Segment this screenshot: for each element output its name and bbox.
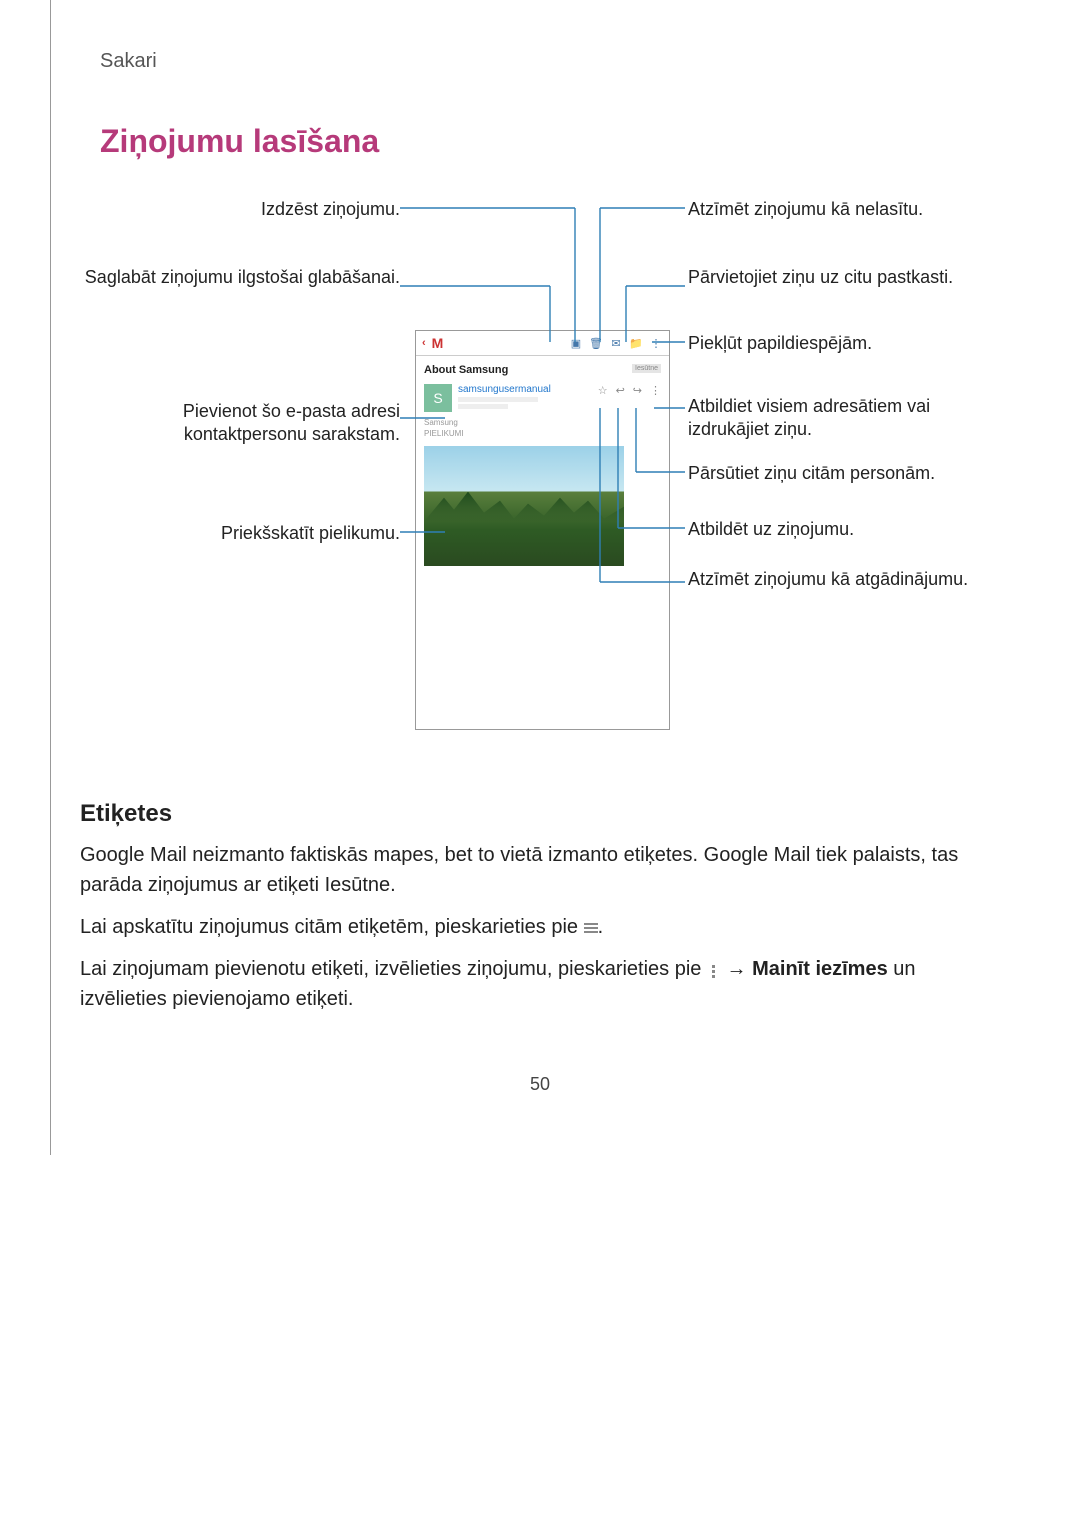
page-number: 50 bbox=[80, 1074, 1000, 1095]
vertical-dots-icon bbox=[707, 963, 721, 977]
attachments-label: PIELIKUMI bbox=[416, 427, 669, 440]
etiketes-p3-bold: Mainīt iezīmes bbox=[752, 958, 888, 980]
star-icon: ☆ bbox=[598, 384, 608, 397]
etiketes-p3a: Lai ziņojumam pievienotu etiķeti, izvēli… bbox=[80, 958, 707, 980]
callout-add-contact: Pievienot šo e-pasta adresi kontaktperso… bbox=[80, 400, 400, 447]
etiketes-p3: Lai ziņojumam pievienotu etiķeti, izvēli… bbox=[80, 954, 1000, 1014]
callout-delete: Izdzēst ziņojumu. bbox=[80, 198, 400, 221]
sender-avatar: S bbox=[424, 384, 452, 412]
etiketes-heading: Etiķetes bbox=[80, 800, 1000, 828]
more-icon: ⋮ bbox=[649, 336, 663, 350]
diagram-area: Izdzēst ziņojumu. Saglabāt ziņojumu ilgs… bbox=[80, 190, 1000, 760]
reply-icon: ↩ bbox=[616, 384, 625, 397]
page-section-header: Sakari bbox=[100, 50, 1000, 73]
etiketes-p2b: . bbox=[598, 916, 604, 938]
back-icon: ‹ bbox=[422, 337, 426, 349]
move-to-icon: 📁 bbox=[629, 336, 643, 350]
device-screenshot: ‹ M ▣ 🗑 ✉ 📁 ⋮ About Samsung Iesūtne S sa… bbox=[415, 330, 670, 730]
forward-icon: ↪ bbox=[633, 384, 642, 397]
arrow-glyph: → bbox=[727, 958, 753, 980]
page-title: Ziņojumu lasīšana bbox=[100, 123, 1000, 160]
callout-mark-reminder: Atzīmēt ziņojumu kā atgādinājumu. bbox=[688, 568, 998, 591]
callout-reply: Atbildēt uz ziņojumu. bbox=[688, 518, 998, 541]
gmail-logo-icon: M bbox=[432, 335, 444, 351]
sender-name: samsungusermanual bbox=[458, 384, 551, 395]
email-subject: About Samsung bbox=[424, 364, 508, 376]
callout-move-mailbox: Pārvietojiet ziņu uz citu pastkasti. bbox=[688, 266, 998, 289]
callout-forward: Pārsūtiet ziņu citām personām. bbox=[688, 462, 998, 485]
callout-preview-attachment: Priekšskatīt pielikumu. bbox=[80, 522, 400, 545]
etiketes-p2: Lai apskatītu ziņojumus citām etiķetēm, … bbox=[80, 912, 1000, 942]
etiketes-p1: Google Mail neizmanto faktiskās mapes, b… bbox=[80, 840, 1000, 900]
delete-icon: 🗑 bbox=[589, 336, 603, 350]
attachment-photo bbox=[424, 446, 624, 566]
email-body-brand: Samsung bbox=[416, 416, 669, 427]
callout-mark-unread: Atzīmēt ziņojumu kā nelasītu. bbox=[688, 198, 998, 221]
etiketes-p2a: Lai apskatītu ziņojumus citām etiķetēm, … bbox=[80, 916, 584, 938]
callout-archive: Saglabāt ziņojumu ilgstošai glabāšanai. bbox=[80, 266, 400, 289]
inbox-badge: Iesūtne bbox=[632, 364, 661, 373]
menu-stack-icon bbox=[584, 921, 598, 935]
row-more-icon: ⋮ bbox=[650, 384, 661, 397]
callout-reply-all-print: Atbildiet visiem adresātiem vai izdrukāj… bbox=[688, 395, 998, 442]
callout-more-options: Piekļūt papildiespējām. bbox=[688, 332, 998, 355]
mark-unread-icon: ✉ bbox=[609, 336, 623, 350]
archive-icon: ▣ bbox=[569, 336, 583, 350]
